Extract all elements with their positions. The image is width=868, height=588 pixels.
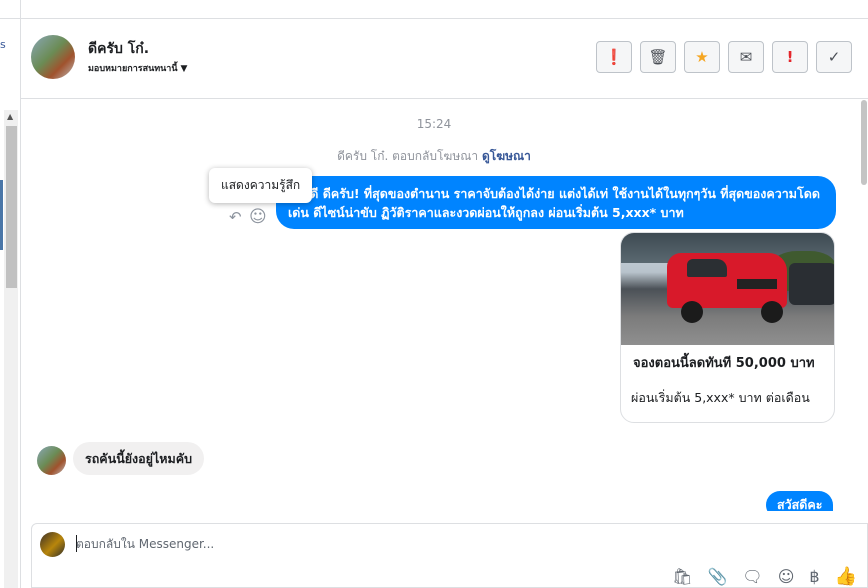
selected-conversation-indicator — [0, 180, 3, 250]
reply-icon[interactable]: ↶ — [229, 208, 242, 226]
ad-card-subtitle: ผ่อนเริ่มต้น 5,xxx* บาท ต่อเดือน — [631, 390, 810, 405]
message-composer: 🛍 📎 🗨 ☺ ฿ 👍 — [31, 523, 868, 588]
truck-grill — [737, 279, 777, 289]
ad-card[interactable]: จองตอนนี้ลดทันที 50,000 บาท ผ่อนเริ่มต้น… — [620, 232, 835, 423]
truck-wheel — [761, 301, 783, 323]
assign-conversation-dropdown[interactable]: มอบหมายการสนทนานี้ ▼ — [88, 61, 187, 75]
star-icon: ★ — [695, 48, 709, 66]
caret-down-icon: ▼ — [180, 64, 188, 74]
contact-avatar[interactable] — [31, 35, 75, 79]
delete-button[interactable]: 🗑 — [640, 41, 676, 73]
truck-wheel — [681, 301, 703, 323]
envelope-icon: ✉ — [739, 48, 753, 66]
incoming-message-bubble[interactable]: รถคันนี้ยังอยู่ไหมคับ — [73, 442, 205, 475]
checkmark-icon: ✓ — [827, 48, 841, 66]
message-timestamp: 15:24 — [416, 117, 452, 131]
mark-spam-button[interactable]: ❗ — [596, 41, 632, 73]
ad-card-title: จองตอนนี้ลดทันที 50,000 บาท — [633, 356, 815, 371]
conversation-header: ดีครับ โก๋. มอบหมายการสนทนานี้ ▼ ❗ 🗑 ★ ✉ … — [21, 19, 868, 99]
react-tooltip: แสดงความรู้สึก — [209, 168, 313, 203]
truck-window — [687, 259, 727, 277]
saved-replies-icon[interactable]: 🗨 — [742, 567, 762, 586]
mark-unread-button[interactable]: ✉ — [728, 41, 764, 73]
bag-icon[interactable]: 🛍 — [672, 567, 692, 586]
left-panel-strip: s ▲ — [0, 0, 21, 588]
reply-input[interactable] — [76, 537, 776, 551]
composer-tools: 🛍 📎 🗨 ☺ ฿ 👍 — [672, 566, 857, 587]
like-icon[interactable]: 👍 — [835, 566, 857, 587]
emoji-icon[interactable]: ☺ — [778, 567, 795, 586]
left-panel-link-fragment[interactable]: s — [0, 38, 6, 51]
baht-icon[interactable]: ฿ — [809, 567, 819, 586]
ad-reply-note-text: ดีครับ โก๋. ตอบกลับโฆษณา — [337, 149, 479, 163]
star-button[interactable]: ★ — [684, 41, 720, 73]
header-actions: ❗ 🗑 ★ ✉ ! ✓ — [596, 41, 852, 73]
ad-card-image[interactable] — [621, 233, 834, 345]
mark-done-button[interactable]: ✓ — [816, 41, 852, 73]
contact-name[interactable]: ดีครับ โก๋. — [88, 38, 149, 60]
assign-conversation-label: มอบหมายการสนทนานี้ — [88, 64, 178, 74]
alert-circle-icon: ❗ — [604, 48, 624, 66]
chat-scrollbar[interactable] — [860, 98, 868, 512]
react-emoji-icon[interactable]: ☺ — [249, 207, 267, 227]
outgoing-message-bubble[interactable]: สวัสดี ดีครับ! ที่สุดของตำนาน ราคาจับต้อ… — [276, 176, 836, 229]
ad-reply-note: ดีครับ โก๋. ตอบกลับโฆษณา ดูโฆษณา — [0, 147, 868, 166]
image-red-truck — [667, 253, 787, 308]
image-dark-car — [789, 263, 834, 305]
left-panel-topline — [0, 0, 20, 19]
view-ad-link[interactable]: ดูโฆษณา — [482, 149, 531, 163]
flag-button[interactable]: ! — [772, 41, 808, 73]
trash-icon: 🗑 — [648, 48, 668, 66]
top-bar — [21, 0, 868, 19]
exclamation-icon: ! — [786, 48, 794, 66]
page-avatar — [40, 532, 65, 557]
attachment-icon[interactable]: 📎 — [707, 567, 727, 586]
sender-avatar[interactable] — [37, 446, 66, 475]
chat-scrollbar-thumb[interactable] — [861, 100, 867, 185]
